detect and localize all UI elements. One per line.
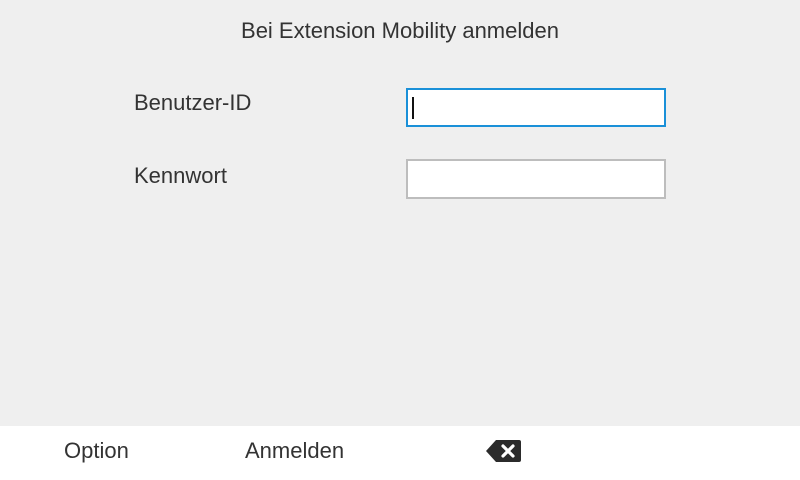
password-label: Kennwort <box>134 163 227 188</box>
option-softkey[interactable]: Option <box>64 438 129 464</box>
password-field[interactable] <box>406 159 666 199</box>
password-input[interactable] <box>408 161 664 197</box>
login-screen: Bei Extension Mobility anmelden Benutzer… <box>0 0 800 480</box>
user-id-field[interactable] <box>406 88 666 127</box>
softkey-bar: Option Anmelden <box>0 426 800 480</box>
text-cursor <box>412 97 414 119</box>
backspace-icon <box>486 440 521 462</box>
login-softkey[interactable]: Anmelden <box>245 438 344 464</box>
user-id-input[interactable] <box>408 90 664 125</box>
user-id-label: Benutzer-ID <box>134 90 252 115</box>
backspace-softkey[interactable] <box>486 439 522 463</box>
page-title: Bei Extension Mobility anmelden <box>241 18 559 43</box>
